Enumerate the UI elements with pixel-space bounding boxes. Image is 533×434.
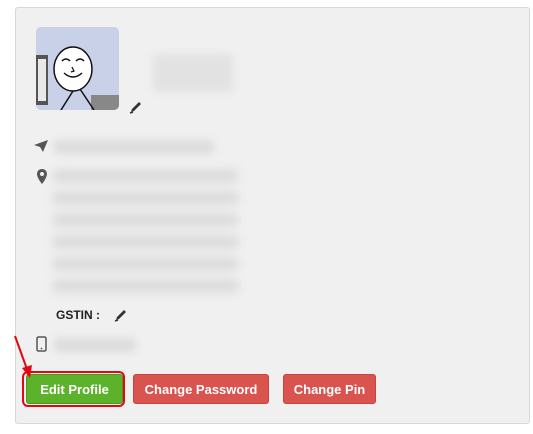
address-redacted	[53, 170, 238, 298]
edit-profile-button[interactable]: Edit Profile	[26, 374, 123, 404]
change-password-button[interactable]: Change Password	[133, 374, 269, 404]
phone-redacted	[54, 338, 136, 352]
edit-gstin-pencil-icon[interactable]	[114, 308, 128, 322]
paper-plane-icon	[34, 140, 48, 152]
profile-avatar[interactable]	[36, 27, 119, 110]
profile-card: GSTIN : Edit Profile Change Password Cha…	[15, 7, 530, 424]
email-redacted	[54, 140, 214, 154]
edit-avatar-pencil-icon[interactable]	[129, 100, 143, 114]
mobile-phone-icon	[36, 336, 47, 352]
annotation-arrow-icon	[14, 335, 32, 378]
profile-name-redacted	[153, 54, 233, 92]
change-pin-button[interactable]: Change Pin	[283, 374, 376, 404]
map-marker-icon	[37, 169, 47, 184]
gstin-label: GSTIN :	[56, 308, 100, 322]
